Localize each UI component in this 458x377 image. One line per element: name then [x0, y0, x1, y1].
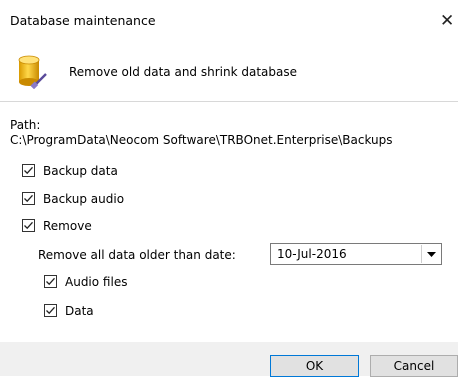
data-label[interactable]: Data — [65, 304, 94, 318]
backup-data-label[interactable]: Backup data — [43, 164, 118, 178]
date-value[interactable]: 10-Jul-2016 — [277, 247, 347, 261]
remove-checkbox[interactable] — [22, 219, 35, 232]
header-description: Remove old data and shrink database — [69, 65, 297, 79]
data-checkbox[interactable] — [44, 304, 57, 317]
backup-audio-label[interactable]: Backup audio — [43, 192, 124, 206]
ok-button[interactable]: OK — [270, 355, 359, 377]
path-value: C:\ProgramData\Neocom Software\TRBOnet.E… — [10, 133, 393, 147]
window-title: Database maintenance — [10, 13, 156, 28]
checkmark-icon — [24, 221, 33, 230]
date-dropdown-button[interactable] — [421, 245, 440, 263]
backup-audio-checkbox[interactable] — [22, 192, 35, 205]
checkmark-icon — [46, 306, 55, 315]
title-bar: Database maintenance ✕ — [0, 0, 458, 38]
close-button[interactable]: ✕ — [440, 8, 458, 34]
audio-files-checkbox[interactable] — [44, 275, 57, 288]
database-brush-icon — [18, 55, 48, 90]
checkmark-icon — [24, 194, 33, 203]
date-picker[interactable]: 10-Jul-2016 — [270, 243, 442, 265]
backup-data-checkbox[interactable] — [22, 164, 35, 177]
checkmark-icon — [46, 277, 55, 286]
checkmark-icon — [24, 166, 33, 175]
audio-files-label[interactable]: Audio files — [65, 275, 127, 289]
remove-label[interactable]: Remove — [43, 219, 92, 233]
header-divider — [0, 101, 458, 102]
chevron-down-icon — [427, 252, 436, 257]
cancel-button[interactable]: Cancel — [370, 355, 458, 377]
path-label: Path: — [10, 118, 41, 132]
remove-older-than-label: Remove all data older than date: — [38, 248, 236, 262]
